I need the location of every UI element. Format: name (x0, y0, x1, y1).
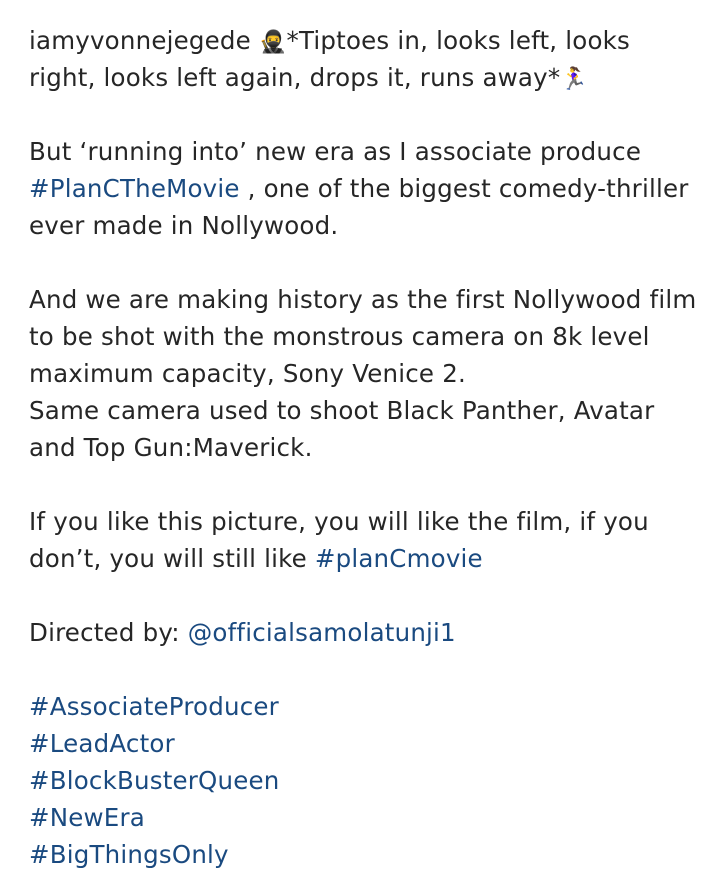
caption-paragraph: Directed by: @officialsamolatunji1 (29, 614, 699, 651)
username-link[interactable]: iamyvonnejegede (29, 26, 251, 55)
runner-emoji-icon: 🏃‍♀️ (560, 67, 588, 92)
ninja-emoji-icon: 🥷 (258, 30, 287, 55)
caption-text: Directed by: (29, 618, 188, 647)
hashtag-list: #AssociateProducer #LeadActor #BlockBust… (29, 688, 699, 873)
liked-by-strip (44, 0, 644, 6)
hashtag-link[interactable]: #LeadActor (29, 725, 699, 762)
hashtag-link[interactable]: #BigThingsOnly (29, 836, 699, 873)
caption-paragraph: If you like this picture, you will like … (29, 503, 699, 577)
hashtag-link[interactable]: #AssociateProducer (29, 688, 699, 725)
hashtag-link[interactable]: #BlockBusterQueen (29, 762, 699, 799)
post-caption: iamyvonnejegede 🥷*Tiptoes in, looks left… (29, 22, 699, 873)
hashtag-link[interactable]: #NewEra (29, 799, 699, 836)
caption-text: Same camera used to shoot Black Panther,… (29, 396, 655, 462)
caption-paragraph: And we are making history as the first N… (29, 281, 699, 466)
caption-text: But ‘running into’ new era as I associat… (29, 137, 642, 166)
caption-intro: iamyvonnejegede 🥷*Tiptoes in, looks left… (29, 22, 699, 96)
caption-text: And we are making history as the first N… (29, 285, 697, 388)
mention-link[interactable]: @officialsamolatunji1 (188, 618, 456, 647)
hashtag-link[interactable]: #planCmovie (315, 544, 483, 573)
hashtag-link[interactable]: #PlanCTheMovie (29, 174, 240, 203)
caption-paragraph: But ‘running into’ new era as I associat… (29, 133, 699, 244)
